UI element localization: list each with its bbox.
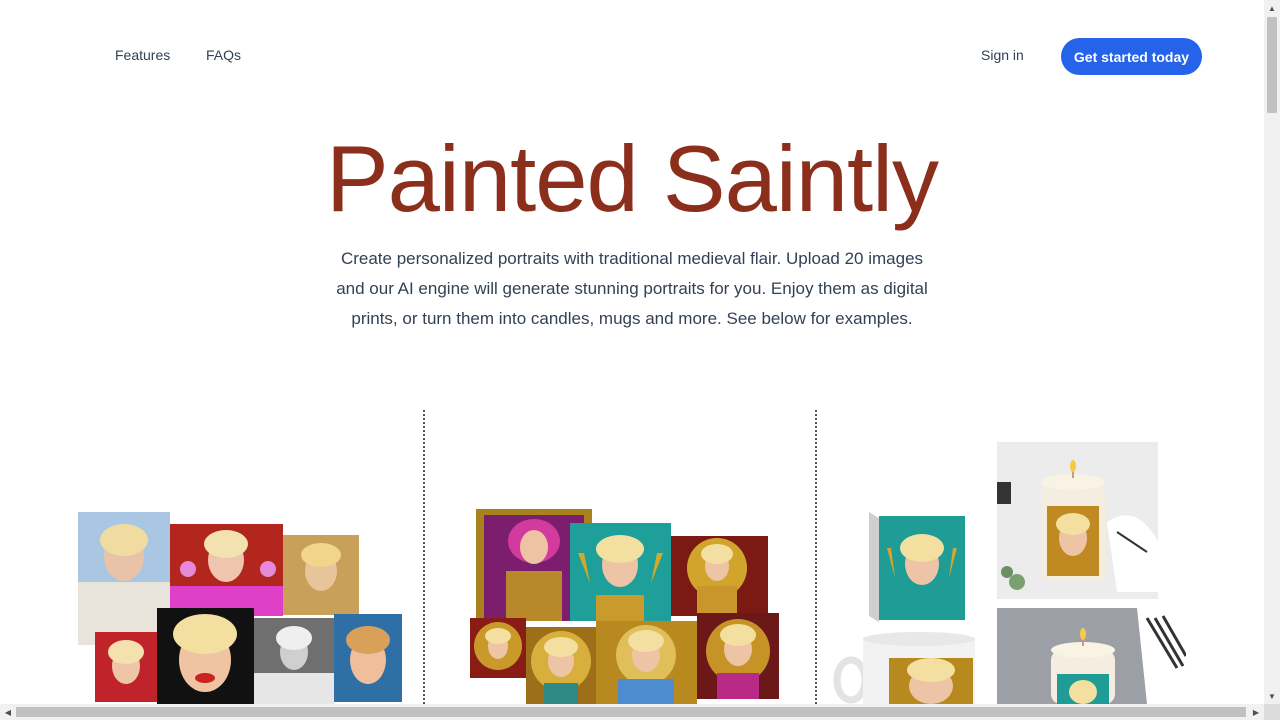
column-divider	[815, 410, 817, 704]
photo-tile	[157, 608, 254, 704]
portrait-tile	[697, 613, 779, 699]
portrait-tile	[470, 618, 526, 678]
candle-image	[997, 608, 1186, 704]
photo-tile	[334, 614, 402, 702]
sign-in-link[interactable]: Sign in	[981, 47, 1024, 63]
portrait-tile	[671, 536, 768, 616]
top-nav: Features FAQs Sign in Get started today	[0, 0, 1264, 112]
column-divider	[423, 410, 425, 704]
page-viewport: Features FAQs Sign in Get started today …	[0, 0, 1264, 704]
photo-tile	[254, 618, 334, 704]
get-started-button[interactable]: Get started today	[1061, 38, 1202, 75]
photo-tile	[95, 632, 157, 702]
horizontal-scroll-thumb[interactable]	[16, 707, 1246, 717]
candle-image	[997, 442, 1158, 599]
vertical-scroll-thumb[interactable]	[1267, 17, 1277, 113]
horizontal-scrollbar[interactable]: ◀ ▶	[0, 704, 1264, 720]
scroll-down-icon[interactable]: ▼	[1264, 688, 1280, 704]
photo-tile	[170, 524, 283, 616]
scroll-right-icon[interactable]: ▶	[1248, 704, 1264, 720]
vertical-scrollbar[interactable]: ▲ ▼	[1264, 0, 1280, 704]
nav-link-faqs[interactable]: FAQs	[206, 47, 241, 63]
scrollbar-corner	[1264, 704, 1280, 720]
portrait-tile	[596, 621, 697, 704]
hero-description: Create personalized portraits with tradi…	[336, 249, 928, 328]
scroll-left-icon[interactable]: ◀	[0, 704, 16, 720]
canvas-print-image	[865, 508, 967, 625]
mug-image	[831, 630, 977, 704]
hero-title: Painted Saintly	[325, 126, 939, 231]
photo-tile	[283, 535, 359, 615]
portrait-tile	[570, 523, 671, 621]
scroll-up-icon[interactable]: ▲	[1264, 0, 1280, 16]
portrait-tile	[526, 627, 596, 704]
nav-link-features[interactable]: Features	[115, 47, 170, 63]
